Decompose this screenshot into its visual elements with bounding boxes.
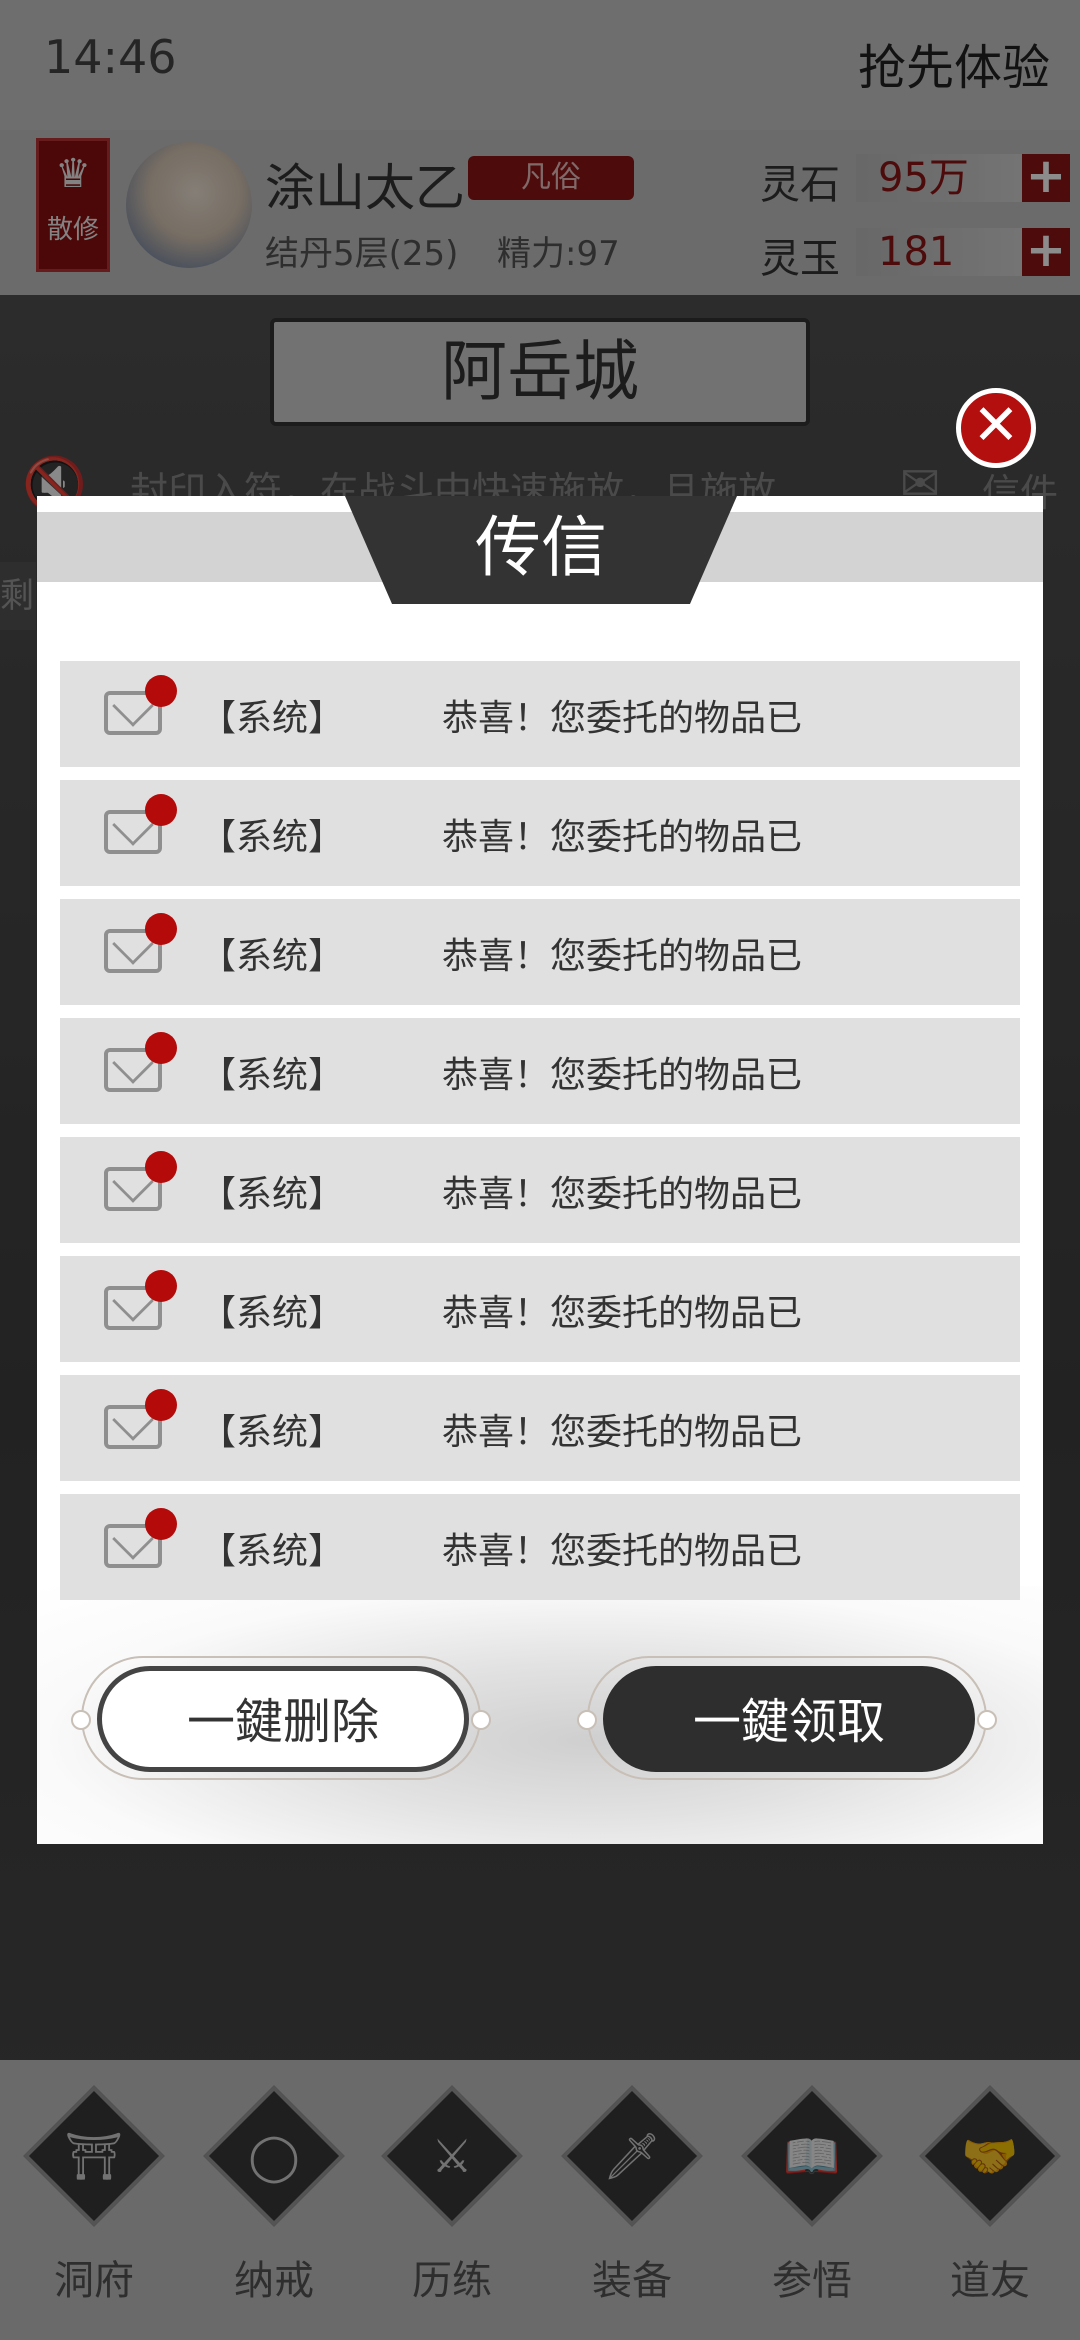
delete-all-frame: 一鍵删除 [71, 1656, 491, 1780]
message-row[interactable]: 【系统】 恭喜！您委托的物品已 [60, 1375, 1020, 1481]
message-subject: 恭喜！您委托的物品已 [442, 817, 803, 858]
message-sender: 【系统】 [200, 1055, 345, 1096]
message-row[interactable]: 【系统】 恭喜！您委托的物品已 [60, 1018, 1020, 1124]
message-sender: 【系统】 [200, 1531, 345, 1572]
message-subject: 恭喜！您委托的物品已 [442, 1174, 803, 1215]
message-row[interactable]: 【系统】 恭喜！您委托的物品已 [60, 899, 1020, 1005]
message-subject: 恭喜！您委托的物品已 [442, 1412, 803, 1453]
unread-dot [145, 1151, 177, 1183]
message-sender: 【系统】 [200, 1412, 345, 1453]
unread-dot [145, 1508, 177, 1540]
unread-dot [145, 675, 177, 707]
claim-all-frame: 一鍵领取 [577, 1656, 997, 1780]
message-row[interactable]: 【系统】 恭喜！您委托的物品已 [60, 1256, 1020, 1362]
message-sender: 【系统】 [200, 936, 345, 977]
message-subject: 恭喜！您委托的物品已 [442, 698, 803, 739]
message-row[interactable]: 【系统】 恭喜！您委托的物品已 [60, 1494, 1020, 1600]
mail-dialog: 传信 【系统】 恭喜！您委托的物品已 【系统】 恭喜！您委托的物品已 【系统】 … [37, 496, 1043, 1844]
unread-dot [145, 1032, 177, 1064]
delete-all-button[interactable]: 一鍵删除 [97, 1666, 469, 1772]
message-subject: 恭喜！您委托的物品已 [442, 1055, 803, 1096]
message-row[interactable]: 【系统】 恭喜！您委托的物品已 [60, 1137, 1020, 1243]
message-sender: 【系统】 [200, 698, 345, 739]
message-sender: 【系统】 [200, 1293, 345, 1334]
unread-dot [145, 913, 177, 945]
message-subject: 恭喜！您委托的物品已 [442, 1531, 803, 1572]
close-icon[interactable]: ✕ [956, 388, 1036, 468]
message-subject: 恭喜！您委托的物品已 [442, 936, 803, 977]
unread-dot [145, 1270, 177, 1302]
message-sender: 【系统】 [200, 1174, 345, 1215]
message-row[interactable]: 【系统】 恭喜！您委托的物品已 [60, 780, 1020, 886]
message-row[interactable]: 【系统】 恭喜！您委托的物品已 [60, 661, 1020, 767]
claim-all-button[interactable]: 一鍵领取 [603, 1666, 975, 1772]
message-list: 【系统】 恭喜！您委托的物品已 【系统】 恭喜！您委托的物品已 【系统】 恭喜！… [60, 661, 1020, 1613]
dialog-title: 传信 [345, 496, 737, 604]
unread-dot [145, 794, 177, 826]
unread-dot [145, 1389, 177, 1421]
message-subject: 恭喜！您委托的物品已 [442, 1293, 803, 1334]
message-sender: 【系统】 [200, 817, 345, 858]
